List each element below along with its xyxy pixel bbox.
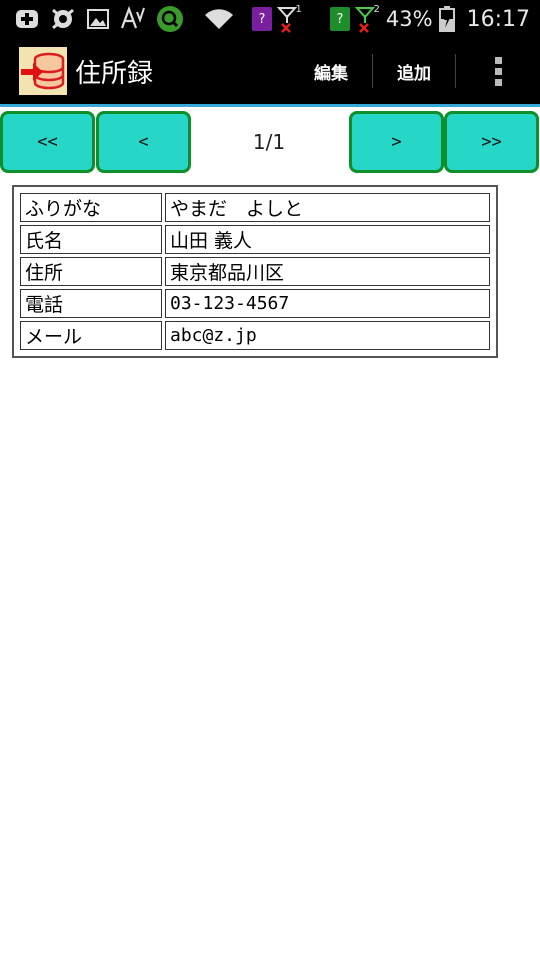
battery-charging-icon bbox=[438, 6, 455, 32]
field-value-address: 東京都品川区 bbox=[165, 257, 490, 286]
add-button[interactable]: 追加 bbox=[373, 38, 455, 104]
field-value-phone: 03-123-4567 bbox=[165, 289, 490, 318]
field-label-email: メール bbox=[20, 321, 162, 350]
field-value-furigana: やまだ よしと bbox=[165, 193, 490, 222]
record-table: ふりがな やまだ よしと 氏名 山田 義人 住所 東京都品川区 電話 03-12… bbox=[12, 185, 498, 358]
table-row: 電話 03-123-4567 bbox=[20, 289, 490, 318]
search-circle-icon bbox=[156, 5, 184, 33]
next-page-button[interactable]: > bbox=[349, 111, 444, 173]
page-indicator: 1/1 bbox=[252, 130, 286, 154]
sim-card-icon: ? bbox=[251, 7, 272, 31]
table-row: ふりがな やまだ よしと bbox=[20, 193, 490, 222]
signal-icon: 2 bbox=[354, 4, 380, 33]
action-bar-actions: 編集 追加 bbox=[290, 38, 540, 104]
field-value-name: 山田 義人 bbox=[165, 225, 490, 254]
overflow-menu-icon[interactable] bbox=[456, 38, 540, 104]
field-label-phone: 電話 bbox=[20, 289, 162, 318]
field-value-email: abc@z.jp bbox=[165, 321, 490, 350]
clock: 16:17 bbox=[466, 6, 530, 32]
gallery-icon bbox=[86, 7, 110, 31]
battery-percent: 43% bbox=[385, 7, 433, 31]
sim-card-icon: ? bbox=[329, 7, 350, 31]
table-row: 氏名 山田 義人 bbox=[20, 225, 490, 254]
edit-button[interactable]: 編集 bbox=[290, 38, 372, 104]
plus-box-icon bbox=[14, 6, 40, 32]
status-system-icons: ? 1 ? 2 43% 16:17 bbox=[204, 4, 540, 33]
table-row: メール abc@z.jp bbox=[20, 321, 490, 350]
signal-icon: 1 bbox=[276, 4, 302, 33]
first-page-button[interactable]: << bbox=[0, 111, 95, 173]
field-label-name: 氏名 bbox=[20, 225, 162, 254]
signal-sim-number: 2 bbox=[373, 4, 380, 15]
field-label-address: 住所 bbox=[20, 257, 162, 286]
avast-icon bbox=[50, 6, 76, 32]
status-notification-icons bbox=[0, 5, 184, 33]
last-page-button[interactable]: >> bbox=[444, 111, 539, 173]
table-row: 住所 東京都品川区 bbox=[20, 257, 490, 286]
app-title: 住所録 bbox=[75, 58, 154, 89]
signal-sim-number: 1 bbox=[295, 4, 302, 15]
prev-page-button[interactable]: < bbox=[96, 111, 191, 173]
field-label-furigana: ふりがな bbox=[20, 193, 162, 222]
action-bar: 住所録 編集 追加 bbox=[0, 38, 540, 107]
status-bar: ? 1 ? 2 43% 16:17 bbox=[0, 0, 540, 38]
wifi-icon bbox=[204, 7, 234, 31]
font-size-icon bbox=[120, 6, 146, 32]
app-logo-icon[interactable] bbox=[19, 47, 67, 95]
